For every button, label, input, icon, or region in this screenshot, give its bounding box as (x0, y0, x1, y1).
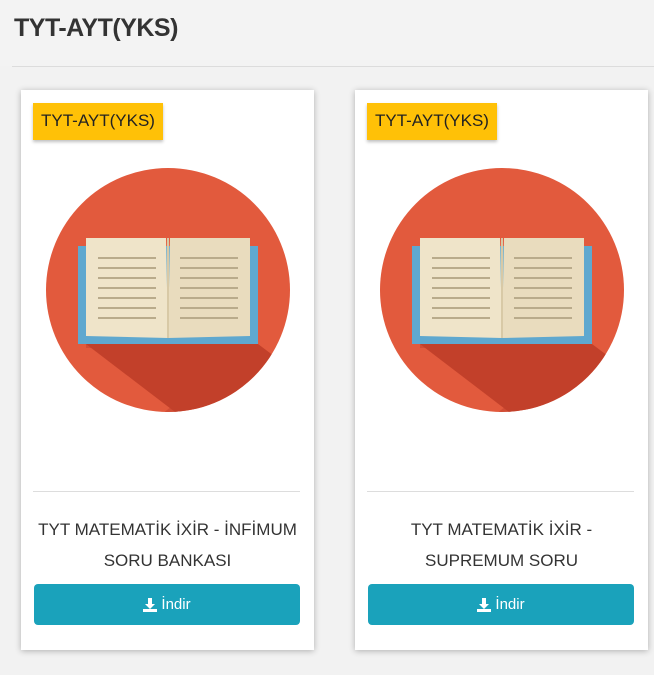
book-title[interactable]: TYT MATEMATİK İXİR - İNFİMUM SORU BANKAS… (21, 514, 314, 576)
product-card-1: TYT-AYT(YKS) TYT MATEMATİK İXİR - İNFİMU… (21, 90, 314, 650)
page-title: TYT-AYT(YKS) (14, 14, 178, 42)
page-header: TYT-AYT(YKS) (0, 0, 654, 66)
card-divider (367, 491, 634, 492)
book-icon (380, 168, 624, 412)
product-card-2: TYT-AYT(YKS) TYT MATEMATİK İXİR - SUPREM… (355, 90, 648, 650)
category-badge: TYT-AYT(YKS) (367, 103, 497, 140)
download-icon (143, 597, 158, 612)
download-icon (477, 597, 492, 612)
category-badge: TYT-AYT(YKS) (33, 103, 163, 140)
book-title[interactable]: TYT MATEMATİK İXİR - SUPREMUM SORU (355, 514, 648, 576)
book-cover-image[interactable] (380, 168, 624, 412)
card-divider (33, 491, 300, 492)
download-button-label: İndir (495, 596, 525, 613)
book-icon (46, 168, 290, 412)
download-button[interactable]: İndir (34, 584, 300, 625)
header-divider (12, 66, 654, 67)
book-cover-image[interactable] (46, 168, 290, 412)
download-button-label: İndir (161, 596, 191, 613)
download-button[interactable]: İndir (368, 584, 634, 625)
